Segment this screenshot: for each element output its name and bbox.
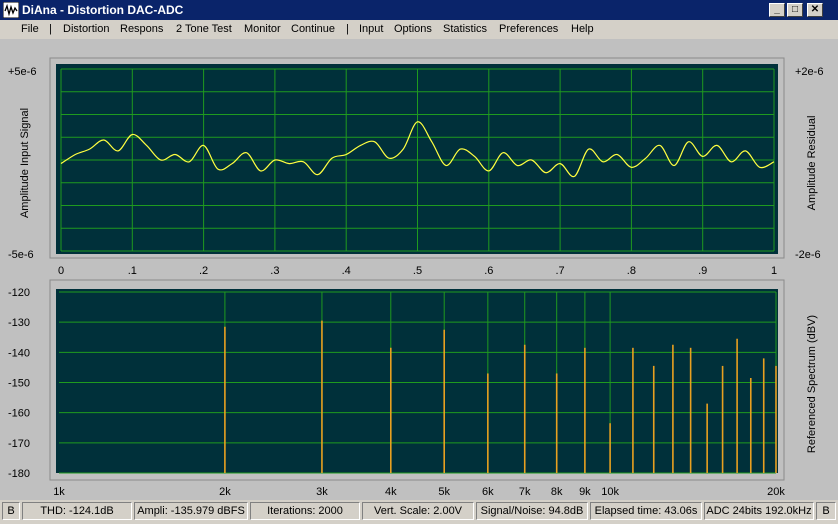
bottom-x-tick-label: 4k [385,486,397,498]
menu-separator: | [49,23,52,35]
top-x-tick-label: .4 [342,265,351,277]
bottom-y-tick-label: -140 [8,347,30,359]
maximize-button[interactable]: □ [787,3,803,17]
menu-preferences[interactable]: Preferences [499,23,558,35]
minimize-icon: _ [774,4,780,15]
bottom-x-tick-label: 6k [482,486,494,498]
plots-canvas: +5e-6 -5e-6 +2e-6 -2e-6 Amplitude Input … [8,57,823,498]
status-vert-scale: Vert. Scale: 2.00V [362,502,474,520]
menu-bar: File | Distortion Respons 2 Tone Test Mo… [0,20,838,39]
title-bar: DiAna - Distortion DAC-ADC _ □ ✕ [0,0,838,20]
top-x-tick-label: .5 [413,265,422,277]
status-bar: B THD: -124.1dB Ampli: -135.979 dBFS Ite… [0,500,838,524]
bottom-x-tick-labels: 1k 2k 3k 4k 5k 6k 7k 8k 9k 10k 20k [53,486,785,498]
menu-input[interactable]: Input [359,23,383,35]
top-x-tick-label: .7 [556,265,565,277]
bottom-x-tick-label: 5k [438,486,450,498]
close-button[interactable]: ✕ [807,3,823,17]
status-cell-right-b: B [816,502,836,520]
top-x-tick-label: .8 [627,265,636,277]
status-thd: THD: -124.1dB [22,502,132,520]
bottom-x-tick-label: 20k [767,486,785,498]
menu-continue[interactable]: Continue [291,23,335,35]
status-iterations: Iterations: 2000 [250,502,360,520]
menu-distortion[interactable]: Distortion [63,23,109,35]
bottom-x-tick-label: 2k [219,486,231,498]
bottom-y-tick-label: -170 [8,438,30,450]
bottom-y-tick-label: -120 [8,287,30,299]
app-icon [3,2,19,18]
menu-help[interactable]: Help [571,23,594,35]
menu-options[interactable]: Options [394,23,432,35]
bottom-plot-background [56,289,778,473]
top-x-tick-label: .2 [199,265,208,277]
top-x-tick-label: .1 [128,265,137,277]
bottom-y-tick-label: -180 [8,468,30,480]
bottom-x-tick-label: 10k [601,486,619,498]
bottom-x-tick-label: 1k [53,486,65,498]
bottom-y-tick-labels: -120 -130 -140 -150 -160 -170 -180 [8,287,30,480]
close-icon: ✕ [810,4,820,15]
minimize-button[interactable]: _ [769,3,785,17]
bottom-x-tick-label: 7k [519,486,531,498]
menu-file[interactable]: File [21,23,39,35]
top-x-tick-label: 1 [771,265,777,277]
menu-monitor[interactable]: Monitor [244,23,281,35]
bottom-y-tick-label: -160 [8,408,30,420]
top-y-right-top-label: +2e-6 [795,66,823,78]
status-elapsed-time: Elapsed time: 43.06s [590,502,702,520]
window-title: DiAna - Distortion DAC-ADC [22,3,184,17]
menu-respons[interactable]: Respons [120,23,163,35]
menu-2-tone-test[interactable]: 2 Tone Test [176,23,232,35]
top-x-tick-label: .6 [484,265,493,277]
menu-statistics[interactable]: Statistics [443,23,487,35]
top-y-right-bottom-label: -2e-6 [795,249,821,261]
top-x-tick-labels: 0 .1 .2 .3 .4 .5 .6 .7 .8 .9 1 [58,265,777,277]
bottom-y-tick-label: -130 [8,317,30,329]
menu-separator: | [346,23,349,35]
top-y-left-bottom-label: -5e-6 [8,249,34,261]
bottom-y-axis-title: Referenced Spectrum (dBV) [806,315,818,453]
status-adc: ADC 24bits 192.0kHz [704,502,814,520]
maximize-icon: □ [791,4,799,15]
status-cell-left-b: B [2,502,20,520]
top-y-right-axis-title: Amplitude Residual [806,116,818,211]
bottom-y-tick-label: -150 [8,378,30,390]
bottom-x-tick-label: 9k [579,486,591,498]
top-x-tick-label: .3 [270,265,279,277]
status-signal-noise: Signal/Noise: 94.8dB [476,502,588,520]
bottom-x-tick-label: 3k [316,486,328,498]
bottom-x-tick-label: 8k [551,486,563,498]
top-x-tick-label: 0 [58,265,64,277]
top-y-left-axis-title: Amplitude Input Signal [19,108,31,218]
status-amplitude: Ampli: -135.979 dBFS [134,502,248,520]
top-y-left-top-label: +5e-6 [8,66,36,78]
top-x-tick-label: .9 [698,265,707,277]
plot-area: +5e-6 -5e-6 +2e-6 -2e-6 Amplitude Input … [0,39,838,500]
